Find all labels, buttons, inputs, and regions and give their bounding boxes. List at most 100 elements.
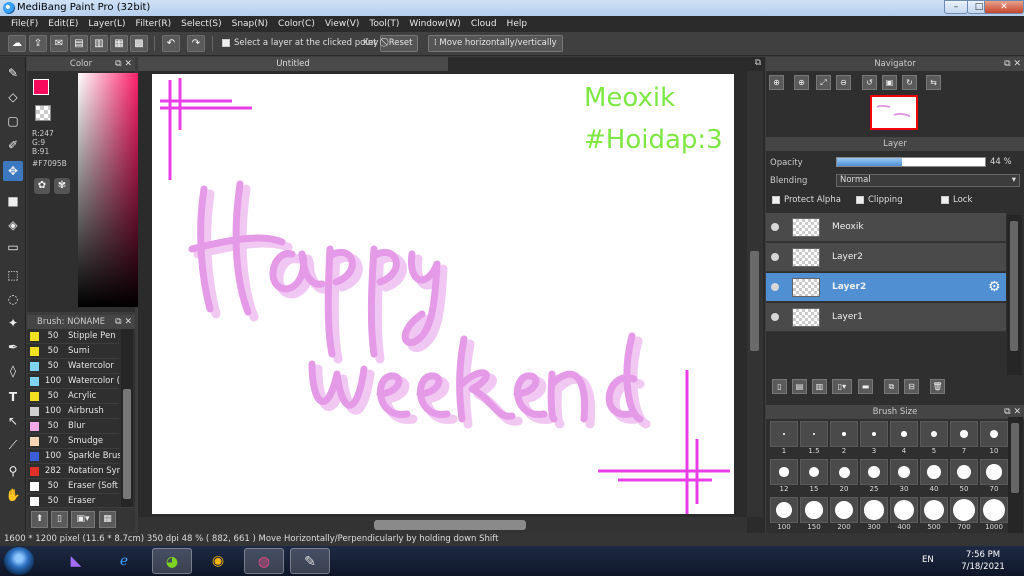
zoom-out-icon[interactable]: ⊖ (836, 75, 851, 90)
visibility-icon[interactable] (771, 223, 779, 231)
language-indicator[interactable]: EN (922, 555, 934, 565)
rotate-right-icon[interactable]: ↻ (902, 75, 917, 90)
brush-size-cell[interactable] (950, 497, 978, 523)
brush-item[interactable]: 50 Acrylic (27, 389, 119, 404)
dot-tool-icon[interactable]: ▢ (3, 111, 23, 131)
redo-icon[interactable]: ↷ (187, 35, 205, 52)
lock-option[interactable]: Lock (941, 195, 972, 205)
brush-size-cell[interactable] (920, 459, 948, 485)
brush-size-cell[interactable] (890, 421, 918, 447)
menu-color[interactable]: Color(C) (273, 16, 320, 32)
maximize-icon[interactable]: ⧉ (755, 58, 761, 68)
layer-row[interactable]: Layer2 (766, 243, 1006, 272)
brush-size-cell[interactable] (860, 421, 888, 447)
divide-tool-icon[interactable]: ⟋ (3, 435, 23, 455)
brush-size-cell[interactable] (860, 497, 888, 523)
undo-icon[interactable]: ↶ (162, 35, 180, 52)
chrome-icon[interactable]: ◉ (198, 548, 238, 574)
eraser-tool-icon[interactable]: ◇ (3, 87, 23, 107)
clipping-checkbox[interactable] (856, 195, 864, 204)
scroll-thumb[interactable] (123, 389, 131, 499)
close-button[interactable]: ✕ (984, 0, 1024, 14)
layer-row[interactable]: Meoxik (766, 213, 1006, 242)
select-layer-option[interactable]: Select a layer at the clicked point (222, 38, 376, 48)
duplicate-layer-icon[interactable]: ⧉ (884, 379, 899, 394)
cloud-icon[interactable]: ☁ (8, 35, 26, 52)
brush-item[interactable]: 100 Watercolor ( (27, 374, 120, 389)
merge-layer-icon[interactable]: ⊟ (904, 379, 919, 394)
brush-size-cell[interactable] (860, 459, 888, 485)
layer-row[interactable]: Layer2 ⚙ (766, 273, 1006, 302)
flip-icon[interactable]: ⇆ (926, 75, 941, 90)
delete-layer-icon[interactable]: 🗑 (930, 379, 945, 394)
visual-studio-icon[interactable]: ◣ (56, 548, 96, 574)
menu-file[interactable]: File(F) (6, 16, 43, 32)
menu-window[interactable]: Window(W) (404, 16, 465, 32)
add-brush-icon[interactable]: ⬆ (31, 511, 48, 528)
shape-tool-icon[interactable]: ■ (3, 191, 23, 211)
brush-item[interactable]: 50 Blur (27, 419, 119, 434)
opacity-slider[interactable] (836, 157, 986, 167)
brush-item[interactable]: 50 Watercolor (27, 359, 119, 374)
share-icon[interactable]: ⇪ (29, 35, 47, 52)
clipping-option[interactable]: Clipping (856, 195, 903, 205)
rotate-left-icon[interactable]: ↺ (862, 75, 877, 90)
zoom-in-icon[interactable]: ⊕ (769, 75, 784, 90)
visibility-icon[interactable] (771, 253, 779, 261)
lock-checkbox[interactable] (941, 195, 949, 204)
scroll-thumb[interactable] (374, 520, 526, 530)
layer-scrollbar[interactable] (1007, 215, 1022, 375)
brush-size-cell[interactable] (770, 459, 798, 485)
fit-icon[interactable]: ⤢ (816, 75, 831, 90)
brush-item[interactable]: 50 Sumi (27, 344, 119, 359)
protect-alpha-checkbox[interactable] (772, 195, 780, 204)
brush-size-cell[interactable] (920, 497, 948, 523)
select-eraser-icon[interactable]: ◊ (3, 361, 23, 381)
tile-icon[interactable]: ▩ (130, 35, 148, 52)
brush-size-cell[interactable] (830, 497, 858, 523)
magic-wand-icon[interactable]: ✦ (3, 313, 23, 333)
document-icon[interactable]: ▥ (90, 35, 108, 52)
brush-size-cell[interactable] (770, 421, 798, 447)
brush-item[interactable]: 50 Eraser (27, 494, 119, 509)
menu-select[interactable]: Select(S) (176, 16, 227, 32)
brush-menu-icon[interactable]: ▣▾ (71, 511, 95, 528)
saturation-value-picker[interactable] (78, 73, 144, 307)
navigator-thumbnail[interactable] (870, 95, 918, 130)
layer-row[interactable]: Layer1 (766, 303, 1006, 332)
gear-icon[interactable]: ⚙ (988, 279, 1001, 295)
visibility-icon[interactable] (771, 313, 779, 321)
menu-snap[interactable]: Snap(N) (227, 16, 273, 32)
select-pen-icon[interactable]: ✒ (3, 337, 23, 357)
menu-layer[interactable]: Layer(L) (83, 16, 130, 32)
menu-filter[interactable]: Filter(R) (131, 16, 177, 32)
brush-size-cell[interactable] (980, 497, 1008, 523)
system-clock[interactable]: 7:56 PM 7/18/2021 (958, 549, 1008, 573)
menu-tool[interactable]: Tool(T) (364, 16, 404, 32)
paint-icon[interactable]: ✎ (290, 548, 330, 574)
protect-alpha-option[interactable]: Protect Alpha (772, 195, 841, 205)
reset-button[interactable]: ⃠ Reset (380, 35, 419, 52)
menu-cloud[interactable]: Cloud (466, 16, 502, 32)
brush-item[interactable]: 100 Sparkle Brus (27, 449, 120, 464)
panel-close-icon[interactable]: ⧉ ✕ (115, 315, 132, 329)
folder-icon[interactable]: ▬ (858, 379, 873, 394)
brush-size-cell[interactable] (980, 459, 1008, 485)
move-tool-icon[interactable]: ✥ (3, 161, 23, 181)
menu-edit[interactable]: Edit(E) (43, 16, 83, 32)
transparent-color-swatch[interactable] (35, 105, 51, 121)
brush-size-cell[interactable] (830, 459, 858, 485)
brush-tool-icon[interactable]: ✎ (3, 63, 23, 83)
brush-size-cell[interactable] (830, 421, 858, 447)
brush-size-cell[interactable] (950, 459, 978, 485)
panel-close-icon[interactable]: ⧉ ✕ (1004, 57, 1021, 71)
brush-item[interactable]: 100 Airbrush (27, 404, 119, 419)
brush-item[interactable]: 50 Stipple Pen (27, 329, 119, 344)
internet-explorer-icon[interactable]: ℯ (104, 548, 144, 574)
brush-size-cell[interactable] (800, 497, 828, 523)
brush-size-cell[interactable] (980, 421, 1008, 447)
rotate-reset-icon[interactable]: ▣ (882, 75, 897, 90)
primary-color-swatch[interactable] (33, 79, 49, 95)
text-tool-icon[interactable]: T (3, 387, 23, 407)
eyedropper-icon[interactable]: ⚲ (3, 461, 23, 481)
